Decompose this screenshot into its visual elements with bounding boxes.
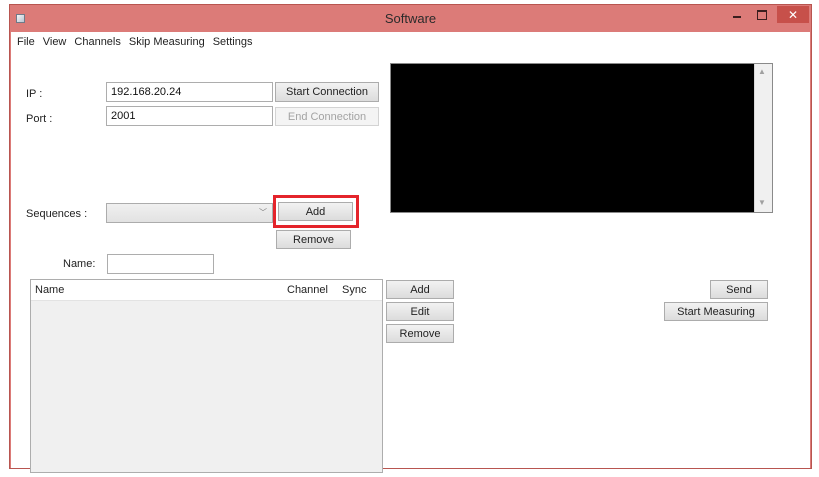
column-channel[interactable]: Channel: [287, 284, 328, 296]
minimize-icon: [733, 16, 741, 18]
name-label: Name:: [63, 258, 96, 270]
chevron-down-icon: ﹀: [259, 208, 267, 217]
add-item-button[interactable]: Add: [386, 280, 454, 299]
minimize-button[interactable]: [725, 6, 749, 23]
menu-channels[interactable]: Channels: [74, 36, 120, 48]
maximize-icon: [757, 9, 767, 20]
sequences-label: Sequences :: [26, 208, 88, 220]
scroll-down-icon[interactable]: ▼: [758, 198, 766, 207]
name-input[interactable]: [107, 254, 214, 274]
column-sync[interactable]: Sync: [342, 284, 366, 296]
add-sequence-button[interactable]: Add: [278, 202, 353, 221]
menu-file[interactable]: File: [17, 36, 35, 48]
sequence-list[interactable]: Name Channel Sync: [30, 279, 383, 473]
title-bar[interactable]: Software ✕: [10, 5, 811, 32]
remove-item-button[interactable]: Remove: [386, 324, 454, 343]
port-label: Port :: [26, 113, 53, 125]
scroll-up-icon[interactable]: ▲: [758, 67, 766, 76]
client-area: File View Channels Skip Measuring Settin…: [11, 32, 810, 473]
port-input[interactable]: [106, 106, 273, 126]
sequences-dropdown[interactable]: ﹀: [106, 203, 273, 223]
column-name[interactable]: Name: [35, 284, 64, 296]
send-button[interactable]: Send: [710, 280, 768, 299]
menu-bar: File View Channels Skip Measuring Settin…: [11, 32, 810, 52]
end-connection-button[interactable]: End Connection: [275, 107, 379, 126]
window-title: Software: [384, 11, 437, 26]
ip-input[interactable]: [106, 82, 273, 102]
start-connection-button[interactable]: Start Connection: [275, 82, 379, 102]
maximize-button[interactable]: [750, 6, 774, 23]
close-icon: ✕: [787, 7, 799, 22]
ip-label: IP :: [26, 88, 43, 100]
edit-item-button[interactable]: Edit: [386, 302, 454, 321]
main-window: Software ✕ File View Channels Skip Measu…: [9, 4, 812, 473]
menu-skip-measuring[interactable]: Skip Measuring: [129, 36, 205, 48]
menu-settings[interactable]: Settings: [213, 36, 253, 48]
close-button[interactable]: ✕: [777, 6, 809, 23]
list-header: Name Channel Sync: [31, 280, 382, 301]
remove-sequence-button[interactable]: Remove: [276, 230, 351, 249]
start-measuring-button[interactable]: Start Measuring: [664, 302, 768, 321]
console-scrollbar[interactable]: ▲ ▼: [754, 64, 772, 212]
menu-view[interactable]: View: [43, 36, 67, 48]
output-console[interactable]: ▲ ▼: [390, 63, 773, 213]
